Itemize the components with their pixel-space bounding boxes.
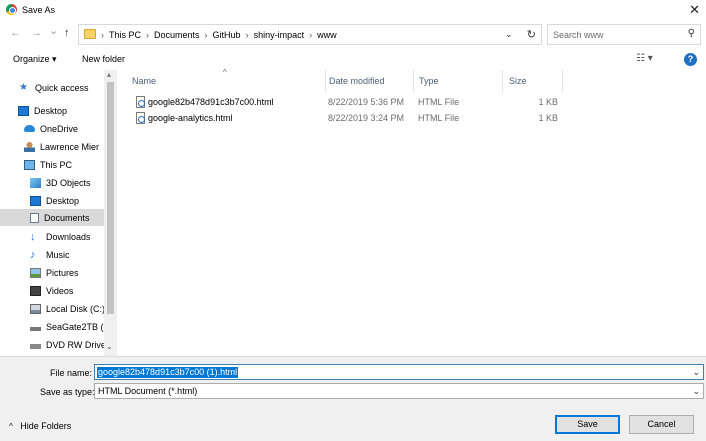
hide-folders-button[interactable]: ^ Hide Folders: [9, 421, 71, 431]
scrollbar-thumb[interactable]: [107, 82, 114, 314]
file-name-input[interactable]: google82b478d91c3b7c00 (1).html: [97, 367, 239, 378]
cloud-icon: [24, 125, 35, 132]
music-icon: ♪: [30, 248, 36, 261]
drive-icon: [30, 322, 41, 331]
breadcrumb-this-pc[interactable]: This PC: [109, 30, 141, 40]
file-name-field[interactable]: google82b478d91c3b7c00 (1).html ⌄: [94, 364, 704, 380]
sidebar-item-this-pc[interactable]: This PC: [0, 156, 104, 173]
sidebar-item-music[interactable]: ♪ Music: [0, 246, 104, 263]
folder-icon: [84, 29, 96, 39]
close-icon[interactable]: ✕: [689, 2, 700, 18]
column-header-date[interactable]: Date modified: [324, 70, 414, 92]
sidebar-item-videos[interactable]: Videos: [0, 282, 104, 299]
new-folder-button[interactable]: New folder: [82, 54, 125, 64]
desktop-icon: [18, 105, 29, 116]
column-header-name[interactable]: Name: [126, 70, 326, 92]
desktop-icon: [30, 195, 41, 206]
documents-icon: [30, 212, 39, 223]
navigation-bar: ← → ⌄ ↑ › This PC › Documents › GitHub ›…: [0, 21, 706, 47]
view-options-icon[interactable]: ☷ ▾: [636, 53, 653, 64]
sidebar-item-downloads[interactable]: ↓ Downloads: [0, 228, 104, 245]
breadcrumb-shiny-impact[interactable]: shiny-impact: [254, 30, 305, 40]
up-arrow-icon[interactable]: ↑: [64, 27, 70, 39]
column-header-type[interactable]: Type: [413, 70, 503, 92]
save-as-type-label: Save as type:: [40, 387, 95, 397]
sidebar-item-documents[interactable]: Documents: [0, 209, 104, 226]
breadcrumb-documents[interactable]: Documents: [154, 30, 200, 40]
file-name-label: File name:: [50, 368, 93, 378]
chevron-down-icon[interactable]: ⌄: [692, 367, 700, 378]
sidebar-item-pictures[interactable]: Pictures: [0, 264, 104, 281]
chevron-down-icon[interactable]: ⌄: [692, 386, 700, 397]
forward-arrow-icon[interactable]: →: [31, 27, 42, 39]
chevron-up-icon: ^: [9, 422, 13, 431]
breadcrumb-www[interactable]: www: [317, 30, 337, 40]
cube-icon: [30, 177, 41, 188]
window-title: Save As: [22, 5, 56, 15]
sidebar-item-user[interactable]: Lawrence Mier: [0, 138, 104, 155]
videos-icon: [30, 285, 41, 296]
address-dropdown-chevron-icon[interactable]: ⌄: [505, 29, 513, 40]
breadcrumb: › This PC › Documents › GitHub › shiny-i…: [101, 30, 337, 40]
download-icon: ↓: [30, 230, 36, 243]
html-file-icon: [136, 112, 145, 124]
sidebar-item-seagate[interactable]: SeaGate2TB (D: [0, 318, 104, 335]
save-options-panel: File name: google82b478d91c3b7c00 (1).ht…: [0, 356, 706, 441]
sidebar-item-desktop-2[interactable]: Desktop: [0, 192, 104, 209]
scroll-up-icon[interactable]: ▴: [107, 70, 111, 79]
file-list: ^ Name Date modified Type Size google82b…: [118, 68, 706, 356]
sidebar-item-3d-objects[interactable]: 3D Objects: [0, 174, 104, 191]
table-row[interactable]: google82b478d91c3b7c00.html 8/22/2019 5:…: [132, 94, 572, 110]
html-file-icon: [136, 96, 145, 108]
scroll-down-icon[interactable]: ⌄: [106, 342, 113, 351]
pictures-icon: [30, 267, 41, 278]
organize-button[interactable]: Organize ▾: [13, 54, 57, 65]
command-toolbar: Organize ▾ New folder ☷ ▾ ?: [0, 48, 706, 70]
cancel-button[interactable]: Cancel: [629, 415, 694, 434]
sidebar-item-dvd[interactable]: DVD RW Drive: [0, 336, 104, 353]
refresh-icon[interactable]: ↻: [527, 28, 536, 41]
search-box[interactable]: ⚲: [547, 24, 701, 45]
address-bar[interactable]: › This PC › Documents › GitHub › shiny-i…: [78, 24, 542, 45]
save-as-type-select[interactable]: HTML Document (*.html) ⌄: [94, 383, 704, 399]
save-button[interactable]: Save: [555, 415, 620, 434]
user-icon: [24, 141, 35, 152]
computer-icon: [24, 159, 35, 170]
breadcrumb-github[interactable]: GitHub: [213, 30, 241, 40]
sidebar-scrollbar[interactable]: ▴ ⌄: [104, 70, 117, 356]
title-bar: Save As ✕: [0, 0, 706, 21]
sidebar-item-onedrive[interactable]: OneDrive: [0, 120, 104, 137]
dvd-icon: [30, 340, 41, 349]
disk-icon: [30, 303, 41, 314]
back-arrow-icon[interactable]: ←: [10, 27, 21, 39]
sidebar-item-local-disk[interactable]: Local Disk (C:): [0, 300, 104, 317]
column-header-size[interactable]: Size: [503, 70, 563, 92]
sidebar-item-quick-access[interactable]: ★ Quick access: [0, 79, 104, 96]
chrome-app-icon: [6, 4, 17, 15]
navigation-pane: ★ Quick access Desktop OneDrive Lawrence…: [0, 70, 118, 356]
help-icon[interactable]: ?: [684, 53, 697, 66]
search-input[interactable]: [553, 28, 678, 42]
table-row[interactable]: google-analytics.html 8/22/2019 3:24 PM …: [132, 110, 572, 126]
star-icon: ★: [19, 81, 28, 93]
recent-locations-chevron-icon[interactable]: ⌄: [49, 24, 58, 37]
sidebar-item-desktop[interactable]: Desktop: [0, 102, 104, 119]
search-icon[interactable]: ⚲: [688, 28, 695, 39]
